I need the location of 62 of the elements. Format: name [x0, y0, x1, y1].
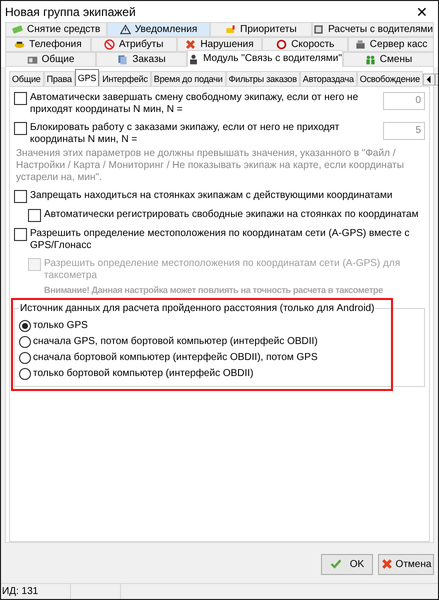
tab[interactable]: Смены	[342, 52, 434, 67]
dialog-button[interactable]: Отмена	[378, 554, 434, 574]
checkbox[interactable]	[14, 228, 27, 241]
id-card-icon	[26, 54, 38, 65]
person-icon	[188, 54, 200, 64]
radio-button[interactable]	[19, 352, 31, 364]
radio-label: сначала GPS, потом бортовой компьютер (интерфейс OBDII)	[33, 335, 318, 348]
tab[interactable]: Уведомления	[107, 22, 210, 37]
tab[interactable]: Телефония	[5, 37, 91, 52]
number-field[interactable]: 0	[383, 92, 425, 110]
subtab[interactable]: Интерфейс	[99, 71, 151, 86]
status-text: ИД: 131	[1, 584, 71, 599]
warning-icon	[120, 24, 131, 35]
radio-label: только бортовой компьютер (интерфейс OBDII)	[33, 367, 254, 380]
radio-button[interactable]	[19, 368, 31, 380]
checkbox-label: Блокировать работу с заказами экипажу, если от него не приходят координаты N мин, N =	[30, 122, 340, 146]
checkbox-label: Автоматически регистрировать свободные экипажи на стоянках по координатам	[44, 209, 420, 221]
cross-icon	[380, 558, 393, 570]
tab[interactable]: Общие	[5, 52, 96, 67]
tab[interactable]: Атрибуты	[90, 37, 177, 52]
checkbox[interactable]	[14, 190, 27, 203]
scroll-left-icon[interactable]	[422, 73, 435, 86]
checkbox[interactable]	[28, 209, 41, 222]
checkbox-label: Разрешить определение местоположения по координатам сети (A-GPS) для таксометра	[44, 258, 402, 282]
no-smoking-icon	[104, 39, 115, 50]
dialog-button[interactable]: OK	[321, 554, 373, 574]
tab[interactable]: Расчеты с водителями	[312, 22, 434, 37]
checkbox-label: Разрешить определение местоположения по координатам сети (A-GPS) вместе с GPS/Глонасс	[30, 228, 410, 252]
tab[interactable]: Снятие средств	[5, 22, 108, 37]
tab[interactable]: Сервер касс	[348, 37, 434, 52]
radio-label: только GPS	[33, 319, 88, 332]
cross-icon	[185, 39, 196, 50]
group-title: Источник данных для расчета пройденного расстояния (только для Android)	[19, 302, 376, 315]
number-field[interactable]: 5	[383, 122, 425, 140]
subtab[interactable]: Общие	[9, 71, 44, 86]
checkbox[interactable]	[14, 92, 27, 105]
radio-button[interactable]	[19, 320, 31, 332]
cash-register-icon	[354, 39, 366, 50]
tab[interactable]: Модуль "Связь с водителями"	[187, 50, 343, 67]
subtab[interactable]: Время до подачи	[150, 71, 226, 86]
tab[interactable]: Заказы	[96, 52, 188, 67]
check-icon	[330, 558, 342, 570]
radio-label: сначала бортовой компьютер (интерфейс OBDII), потом GPS	[33, 351, 318, 364]
checkbox[interactable]	[14, 122, 27, 135]
tab[interactable]: Приоритеты	[210, 22, 312, 37]
subtab[interactable]: GPS	[74, 69, 100, 86]
money-icon	[12, 24, 24, 35]
hint-text: Значения этих параметров не должны превышать значения, указанного в "Файл / Настройки / Карта / Мониторинг / Не показывать экипаж на карте, если координаты устарели на, мин".	[16, 148, 405, 184]
window-title: Новая группа экипажей	[5, 4, 136, 20]
close-button[interactable]: ✕	[410, 2, 434, 22]
subtab[interactable]: Права	[44, 71, 75, 86]
people-icon	[364, 54, 376, 65]
documents-icon	[117, 54, 128, 65]
speed-limit-icon	[276, 39, 288, 50]
subtab[interactable]: Освобождение	[356, 71, 423, 86]
checkbox-label: Автоматически завершать смену свободному экипажу, если от него не приходят координаты N мин, N =	[30, 92, 360, 116]
flag-icon	[225, 24, 236, 35]
checkbox-label: Запрещать находиться на стоянках экипажам с действующими координатами	[30, 190, 394, 202]
radio-button[interactable]	[19, 336, 31, 348]
warning-text: Внимание! Данная настройка может повлиять на точность расчета в таксометре	[44, 285, 383, 295]
subtab[interactable]: Фильтры заказов	[226, 71, 300, 86]
subtab[interactable]: Автораздача	[300, 71, 357, 86]
